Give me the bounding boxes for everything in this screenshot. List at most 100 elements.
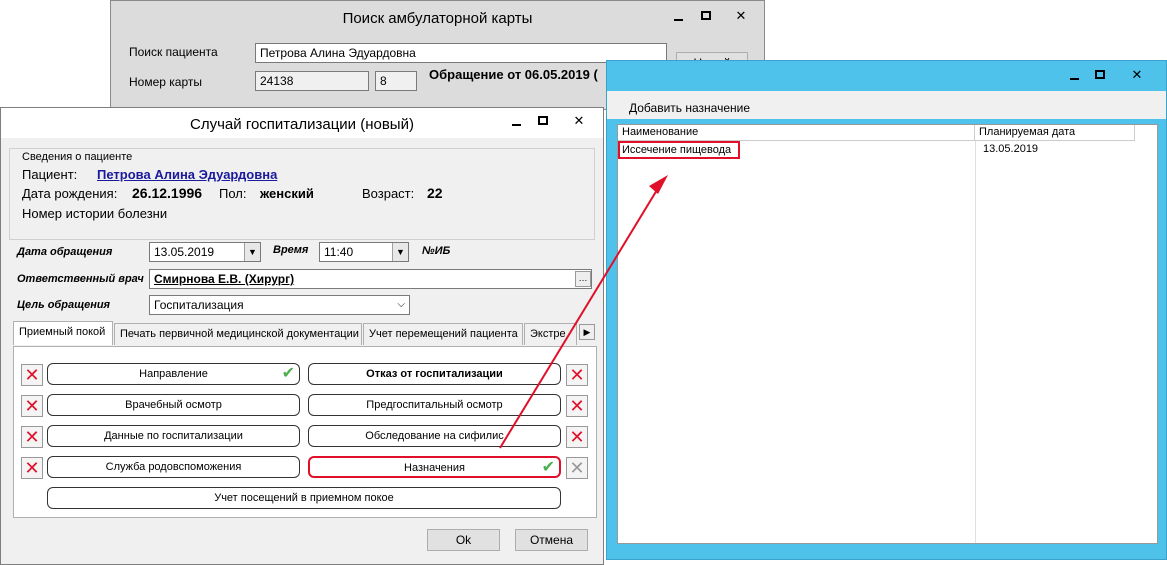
minimize-button[interactable] (501, 111, 531, 131)
x-icon: ✕ (24, 396, 40, 416)
card-number-input[interactable]: 24138 (255, 71, 369, 91)
x-icon: ✕ (569, 458, 585, 478)
minimize-button[interactable] (663, 6, 693, 26)
hosp-window-titlebar: Случай госпитализации (новый) ✕ (1, 108, 603, 138)
age-label: Возраст: (362, 186, 415, 201)
maximize-icon (1095, 70, 1105, 80)
cancel-button[interactable]: Отмена (515, 529, 588, 551)
card-number-label: Номер карты (129, 75, 202, 89)
presc-toolbar: Добавить назначение (607, 91, 1166, 119)
minimize-icon (1069, 77, 1079, 80)
prescriptions-grid: Наименование Планируемая дата Иссечение … (617, 124, 1158, 544)
delete-referral-button[interactable]: ✕ (21, 364, 43, 386)
history-number-label: Номер истории болезни (22, 206, 168, 221)
browse-doctor-button[interactable]: … (575, 271, 591, 287)
dob-label: Дата рождения: (22, 186, 118, 201)
time-value: 11:40 (324, 245, 354, 259)
minimize-icon (673, 18, 683, 21)
referral-label: Направление (139, 368, 208, 380)
check-icon: ✔ (281, 365, 295, 382)
x-icon: ✕ (24, 427, 40, 447)
patient-label: Пациент: (22, 167, 78, 182)
close-button[interactable]: ✕ (1114, 65, 1160, 85)
doctor-input[interactable]: Смирнова Е.В. (Хирург) (149, 269, 592, 289)
delete-exam-button[interactable]: ✕ (21, 395, 43, 417)
chevron-down-icon[interactable]: ▼ (392, 243, 408, 261)
visit-date-input[interactable]: 13.05.2019 ▼ (149, 242, 261, 262)
card-suffix-input[interactable]: 8 (375, 71, 417, 91)
tab-movements[interactable]: Учет перемещений пациента (363, 323, 523, 345)
obstetric-button[interactable]: Служба родовспоможения (47, 456, 300, 478)
maximize-button[interactable] (528, 111, 558, 131)
hospdata-button[interactable]: Данные по госпитализации (47, 425, 300, 447)
x-icon: ✕ (569, 365, 585, 385)
column-header-name[interactable]: Наименование (618, 125, 975, 141)
tab-print-docs[interactable]: Печать первичной медицинской документаци… (114, 323, 362, 345)
time-input[interactable]: 11:40 ▼ (319, 242, 409, 262)
close-icon: ✕ (573, 113, 585, 128)
hospitalization-window: Случай госпитализации (новый) ✕ Сведения… (0, 107, 604, 565)
x-icon: ✕ (24, 458, 40, 478)
close-button[interactable]: ✕ (556, 111, 602, 131)
delete-prescriptions-button: ✕ (566, 457, 588, 479)
minimize-icon (511, 123, 521, 126)
purpose-select[interactable]: Госпитализация ⌵ (149, 295, 410, 315)
search-window-titlebar: Поиск амбулаторной карты ✕ (111, 1, 764, 31)
chevron-right-icon: ▶ (583, 327, 591, 337)
maximize-button[interactable] (1085, 65, 1115, 85)
table-row-date-cell[interactable]: 13.05.2019 (979, 142, 1038, 157)
maximize-icon (701, 11, 711, 21)
prescriptions-button[interactable]: Назначения ✔ (308, 456, 561, 478)
close-icon: ✕ (1131, 67, 1143, 82)
delete-obstetric-button[interactable]: ✕ (21, 457, 43, 479)
exam-button[interactable]: Врачебный осмотр (47, 394, 300, 416)
patient-search-label: Поиск пациента (129, 45, 218, 59)
maximize-icon (538, 116, 548, 126)
sex-label: Пол: (219, 186, 247, 201)
visit-info: Обращение от 06.05.2019 ( (429, 67, 598, 82)
maximize-button[interactable] (691, 6, 721, 26)
tab-strip: Приемный покой Печать первичной медицинс… (13, 321, 597, 347)
close-icon: ✕ (735, 8, 747, 23)
delete-refusal-button[interactable]: ✕ (566, 364, 588, 386)
syphilis-button[interactable]: Обследование на сифилис (308, 425, 561, 447)
delete-hospdata-button[interactable]: ✕ (21, 426, 43, 448)
prescriptions-label: Назначения (404, 462, 465, 474)
patient-info-group: Сведения о пациенте Пациент: Петрова Али… (9, 148, 595, 240)
tab-emergency[interactable]: Экстре (524, 323, 577, 345)
ok-button[interactable]: Ok (427, 529, 500, 551)
tab-reception[interactable]: Приемный покой (13, 321, 113, 345)
referral-button[interactable]: Направление ✔ (47, 363, 300, 385)
prescriptions-window: ✕ Добавить назначение Наименование Плани… (606, 60, 1167, 560)
purpose-label: Цель обращения (17, 299, 111, 311)
x-icon: ✕ (24, 365, 40, 385)
tab-scroll-button[interactable]: ▶ (579, 324, 595, 340)
chevron-down-icon: ⌵ (397, 299, 405, 310)
refusal-button[interactable]: Отказ от госпитализации (308, 363, 561, 385)
purpose-value: Госпитализация (154, 298, 244, 312)
presc-window-titlebar: ✕ (607, 61, 1166, 91)
chevron-down-icon[interactable]: ▼ (244, 243, 260, 261)
dob-value: 26.12.1996 (132, 185, 203, 201)
add-prescription-button[interactable]: Добавить назначение (629, 101, 750, 115)
sex-value: женский (260, 186, 314, 201)
x-icon: ✕ (569, 396, 585, 416)
column-header-date[interactable]: Планируемая дата (975, 125, 1135, 141)
delete-preexam-button[interactable]: ✕ (566, 395, 588, 417)
close-button[interactable]: ✕ (718, 6, 764, 26)
visits-button[interactable]: Учет посещений в приемном покое (47, 487, 561, 509)
doctor-label: Ответственный врач (17, 273, 144, 285)
column-divider (975, 141, 976, 543)
visit-date-value: 13.05.2019 (154, 245, 215, 259)
time-label: Время (273, 244, 309, 256)
table-row-name-cell[interactable]: Иссечение пищевода (618, 141, 740, 159)
delete-syphilis-button[interactable]: ✕ (566, 426, 588, 448)
ellipsis-icon: … (578, 273, 588, 283)
ib-number-label: №ИБ (422, 245, 451, 257)
check-icon: ✔ (541, 459, 555, 476)
age-value: 22 (427, 185, 443, 201)
x-icon: ✕ (569, 427, 585, 447)
patient-name-link[interactable]: Петрова Алина Эдуардовна (97, 167, 277, 182)
preexam-button[interactable]: Предгоспитальный осмотр (308, 394, 561, 416)
patient-group-title: Сведения о пациенте (22, 151, 133, 163)
